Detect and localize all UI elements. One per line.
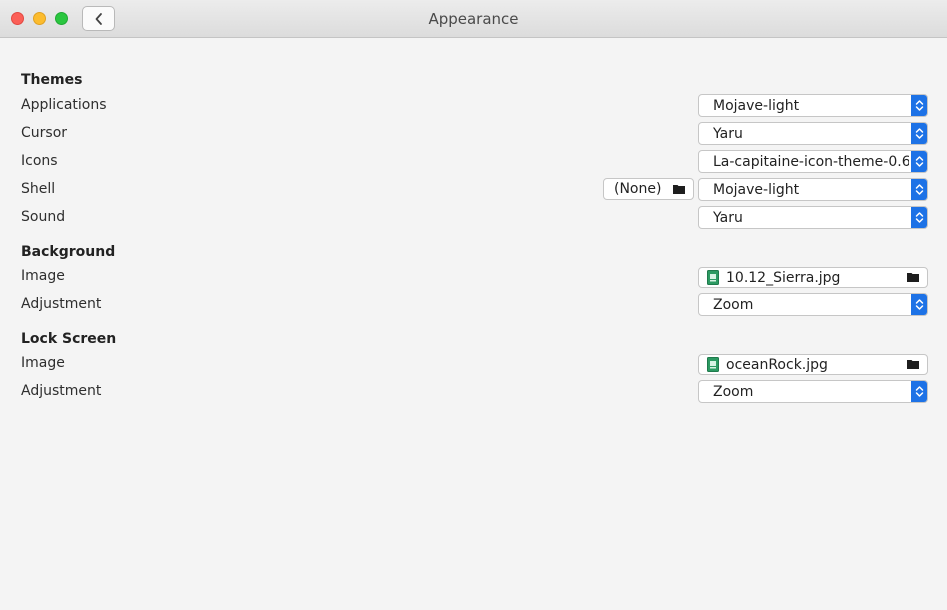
themes-heading: Themes	[21, 72, 83, 88]
lock-screen-heading: Lock Screen	[21, 331, 117, 347]
folder-icon	[673, 185, 685, 194]
lock-screen-image-file-button[interactable]: oceanRock.jpg	[698, 354, 928, 375]
image-file-icon	[707, 270, 719, 285]
lock-screen-adjustment-value: Zoom	[713, 384, 754, 400]
cursor-label: Cursor	[21, 125, 68, 141]
sound-theme-select[interactable]: Yaru	[698, 206, 928, 229]
shell-theme-select[interactable]: Mojave-light	[698, 178, 928, 201]
background-adjustment-value: Zoom	[713, 297, 754, 313]
folder-icon	[907, 360, 919, 369]
title-bar: Appearance	[0, 0, 947, 38]
window-title: Appearance	[428, 10, 519, 28]
background-adjustment-select[interactable]: Zoom	[698, 293, 928, 316]
background-adjustment-label: Adjustment	[21, 296, 102, 312]
background-image-file-button[interactable]: 10.12_Sierra.jpg	[698, 267, 928, 288]
background-image-value: 10.12_Sierra.jpg	[726, 270, 841, 286]
sound-theme-value: Yaru	[713, 210, 743, 226]
image-file-icon	[707, 357, 719, 372]
up-down-arrows-icon	[911, 179, 927, 200]
shell-theme-value: Mojave-light	[713, 182, 800, 198]
up-down-arrows-icon	[911, 95, 927, 116]
background-image-label: Image	[21, 268, 65, 284]
applications-theme-value: Mojave-light	[713, 98, 800, 114]
lock-screen-adjustment-select[interactable]: Zoom	[698, 380, 928, 403]
lock-screen-image-label: Image	[21, 355, 65, 371]
sound-label: Sound	[21, 209, 66, 225]
up-down-arrows-icon	[911, 381, 927, 402]
folder-icon	[907, 273, 919, 282]
shell-theme-file-value: (None)	[614, 181, 662, 197]
background-heading: Background	[21, 244, 116, 260]
up-down-arrows-icon	[911, 207, 927, 228]
lock-screen-adjustment-label: Adjustment	[21, 383, 102, 399]
up-down-arrows-icon	[911, 151, 927, 172]
cursor-theme-value: Yaru	[713, 126, 743, 142]
up-down-arrows-icon	[911, 294, 927, 315]
icons-label: Icons	[21, 153, 58, 169]
up-down-arrows-icon	[911, 123, 927, 144]
shell-theme-file-button[interactable]: (None)	[603, 178, 694, 200]
shell-label: Shell	[21, 181, 56, 197]
applications-label: Applications	[21, 97, 107, 113]
icons-theme-value: La-capitaine-icon-theme-0.6.1	[713, 154, 909, 170]
icons-theme-select[interactable]: La-capitaine-icon-theme-0.6.1	[698, 150, 928, 173]
cursor-theme-select[interactable]: Yaru	[698, 122, 928, 145]
lock-screen-image-value: oceanRock.jpg	[726, 357, 828, 373]
applications-theme-select[interactable]: Mojave-light	[698, 94, 928, 117]
